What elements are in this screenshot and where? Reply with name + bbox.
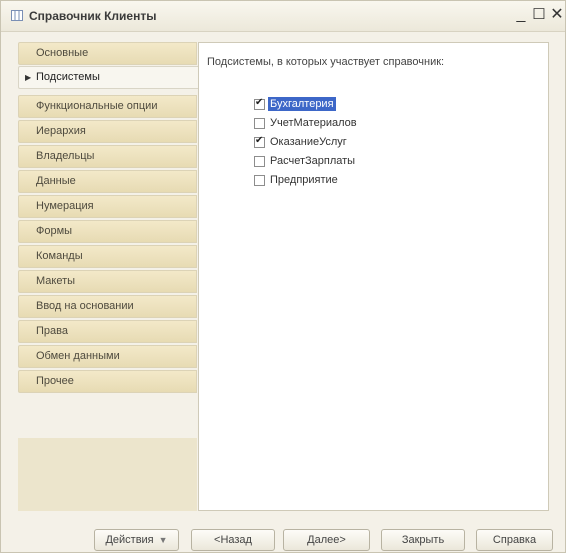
active-tab-arrow-icon: ▶ bbox=[25, 73, 32, 82]
tab-vvod-na-osnovanii[interactable]: Ввод на основании bbox=[18, 295, 197, 318]
subsystem-label: ОказаниеУслуг bbox=[270, 136, 347, 148]
tab-label: Иерархия bbox=[36, 125, 86, 137]
tab-komandy[interactable]: Команды bbox=[18, 245, 197, 268]
tab-formy[interactable]: Формы bbox=[18, 220, 197, 243]
tab-osnovnye[interactable]: Основные bbox=[18, 42, 197, 65]
subsystem-label: Предприятие bbox=[270, 174, 338, 186]
checkbox[interactable] bbox=[254, 174, 265, 186]
catalog-icon bbox=[11, 10, 23, 21]
tab-funktsionalnye-optsii[interactable]: Функциональные опции bbox=[18, 95, 197, 118]
tab-vladeltsy[interactable]: Владельцы bbox=[18, 145, 197, 168]
tab-label: Команды bbox=[36, 250, 83, 262]
tab-strip-background bbox=[18, 438, 197, 511]
subsystem-label: УчетМатериалов bbox=[270, 117, 357, 129]
checkbox[interactable] bbox=[254, 117, 265, 129]
checkbox[interactable] bbox=[254, 135, 265, 148]
tab-label: Макеты bbox=[36, 275, 76, 287]
minimize-button[interactable]: _ bbox=[513, 6, 529, 24]
checkbox[interactable] bbox=[254, 155, 265, 167]
window-title: Справочник Клиенты bbox=[29, 9, 157, 23]
dialog-window: Справочник Клиенты _ ☐ ✕ Основные ▶ Подси… bbox=[0, 0, 566, 553]
next-button[interactable]: Далее> bbox=[283, 529, 370, 551]
subsystem-row[interactable]: ОказаниеУслуг bbox=[254, 133, 349, 151]
button-bar: Действия ▼ <Назад Далее> Закрыть Справка bbox=[1, 521, 565, 553]
tab-dannye[interactable]: Данные bbox=[18, 170, 197, 193]
dropdown-arrow-icon: ▼ bbox=[158, 535, 168, 545]
actions-label: Действия bbox=[105, 534, 154, 546]
subsystem-row[interactable]: Предприятие bbox=[254, 171, 340, 189]
subsystem-label: РасчетЗарплаты bbox=[270, 155, 356, 167]
tab-obmen-dannymi[interactable]: Обмен данными bbox=[18, 345, 197, 368]
tab-label: Формы bbox=[36, 225, 73, 237]
title-bar[interactable]: Справочник Клиенты _ ☐ ✕ bbox=[1, 1, 565, 32]
tab-label: Прочее bbox=[36, 375, 74, 387]
tab-label: Нумерация bbox=[36, 200, 94, 212]
tab-label: Ввод на основании bbox=[36, 300, 134, 312]
tab-label: Данные bbox=[36, 175, 76, 187]
actions-button[interactable]: Действия ▼ bbox=[94, 529, 179, 551]
tab-podsistemy[interactable]: ▶ Подсистемы bbox=[18, 66, 200, 89]
tab-label: Права bbox=[36, 325, 68, 337]
checkbox[interactable] bbox=[254, 97, 265, 110]
subsystems-panel: Подсистемы, в которых участвует справочн… bbox=[198, 42, 549, 511]
back-button[interactable]: <Назад bbox=[191, 529, 275, 551]
tab-label: Основные bbox=[36, 47, 89, 59]
maximize-button[interactable]: ☐ bbox=[531, 6, 547, 24]
close-button[interactable]: Закрыть bbox=[381, 529, 465, 551]
tab-ierarkhiya[interactable]: Иерархия bbox=[18, 120, 197, 143]
tab-list: Основные ▶ Подсистемы Функциональные опци… bbox=[18, 42, 200, 511]
tab-label: Подсистемы bbox=[36, 71, 100, 83]
subsystem-label: Бухгалтерия bbox=[268, 97, 336, 111]
subsystem-row[interactable]: Бухгалтерия bbox=[254, 95, 336, 113]
tab-makety[interactable]: Макеты bbox=[18, 270, 197, 293]
tab-prava[interactable]: Права bbox=[18, 320, 197, 343]
tab-prochee[interactable]: Прочее bbox=[18, 370, 197, 393]
subsystem-row[interactable]: РасчетЗарплаты bbox=[254, 152, 357, 170]
tab-label: Функциональные опции bbox=[36, 100, 158, 112]
subsystem-row[interactable]: УчетМатериалов bbox=[254, 114, 359, 132]
help-button[interactable]: Справка bbox=[476, 529, 553, 551]
close-window-button[interactable]: ✕ bbox=[549, 6, 565, 24]
subsystems-caption: Подсистемы, в которых участвует справочн… bbox=[207, 56, 445, 68]
tab-label: Обмен данными bbox=[36, 350, 120, 362]
tab-numeratsiya[interactable]: Нумерация bbox=[18, 195, 197, 218]
tab-label: Владельцы bbox=[36, 150, 95, 162]
